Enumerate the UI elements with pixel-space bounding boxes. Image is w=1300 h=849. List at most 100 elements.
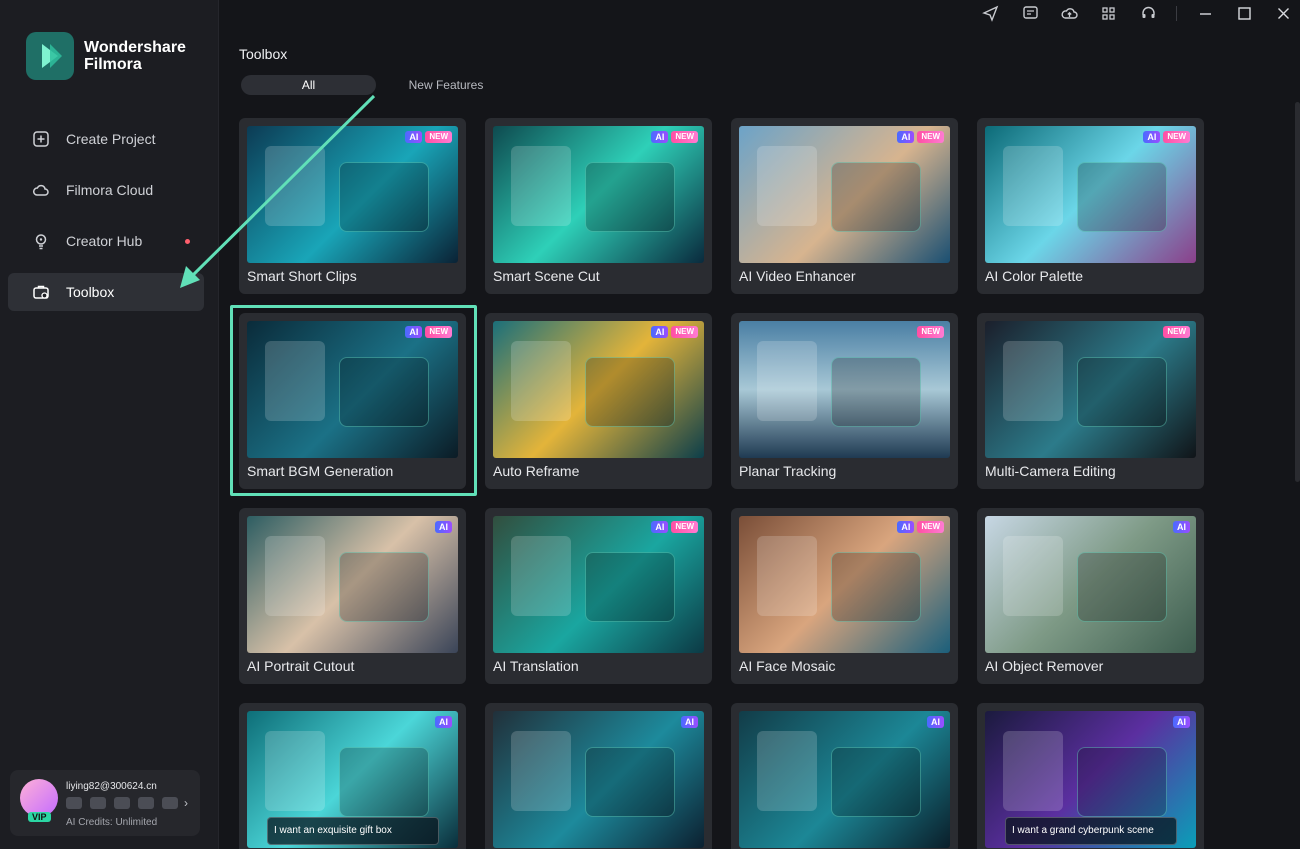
- benefit-icon: [162, 797, 178, 809]
- tool-card[interactable]: I want a grand cyberpunk scene AI: [977, 703, 1204, 849]
- tool-card[interactable]: AI: [731, 703, 958, 849]
- tool-badges: NEW: [1163, 326, 1190, 338]
- user-account-card[interactable]: VIP liying82@300624.cn AI Credits: Unlim…: [10, 770, 200, 836]
- sidebar-item-label: Creator Hub: [66, 233, 143, 249]
- tool-card[interactable]: AI: [485, 703, 712, 849]
- tool-thumbnail: NEW: [739, 321, 950, 458]
- tool-badges: AI: [435, 521, 452, 533]
- sidebar-nav: Create Project Filmora Cloud Creator Hub…: [8, 120, 204, 324]
- vip-badge: VIP: [28, 812, 51, 822]
- cloud-upload-icon[interactable]: [1061, 5, 1078, 22]
- tool-label: Planar Tracking: [739, 463, 837, 479]
- tool-card[interactable]: I want an exquisite gift box AI: [239, 703, 466, 849]
- send-icon[interactable]: [982, 5, 999, 22]
- tool-card[interactable]: NEW Multi-Camera Editing: [977, 313, 1204, 489]
- ai-badge: AI: [681, 716, 698, 728]
- ai-badge: AI: [435, 521, 452, 533]
- thumbnail-graphic: [511, 341, 571, 421]
- tool-thumbnail: AI NEW: [739, 126, 950, 263]
- tool-card[interactable]: AI AI Object Remover: [977, 508, 1204, 684]
- thumbnail-graphic: [339, 162, 429, 232]
- tool-badges: AI NEW: [897, 521, 944, 533]
- tool-card[interactable]: AI NEW AI Translation: [485, 508, 712, 684]
- tool-badges: AI: [681, 716, 698, 728]
- toolbox-icon: [33, 285, 49, 299]
- tool-badges: AI NEW: [1143, 131, 1190, 143]
- feedback-icon[interactable]: [1022, 5, 1039, 22]
- maximize-icon[interactable]: [1236, 5, 1253, 22]
- benefit-icon: [90, 797, 106, 809]
- tool-thumbnail: AI: [247, 516, 458, 653]
- tool-badges: AI NEW: [405, 131, 452, 143]
- tool-label: AI Portrait Cutout: [247, 658, 355, 674]
- ai-badge: AI: [651, 326, 669, 338]
- tool-thumbnail: AI: [493, 711, 704, 848]
- thumbnail-graphic: [265, 731, 325, 811]
- tool-badges: AI NEW: [651, 131, 698, 143]
- apps-grid-icon[interactable]: [1100, 5, 1117, 22]
- scrollbar[interactable]: [1295, 102, 1300, 482]
- tool-badges: AI NEW: [897, 131, 944, 143]
- tab-all[interactable]: All: [241, 75, 376, 95]
- tool-card[interactable]: AI NEW AI Face Mosaic: [731, 508, 958, 684]
- sidebar-item-creator-hub[interactable]: Creator Hub: [8, 222, 204, 260]
- tool-badges: AI: [435, 716, 452, 728]
- thumbnail-graphic: [585, 357, 675, 427]
- thumbnail-graphic: [1003, 731, 1063, 811]
- tool-label: Smart Scene Cut: [493, 268, 600, 284]
- sidebar-item-label: Filmora Cloud: [66, 182, 154, 198]
- tool-card[interactable]: AI NEW AI Color Palette: [977, 118, 1204, 294]
- tab-new-features[interactable]: New Features: [376, 75, 516, 95]
- thumbnail-graphic: [511, 731, 571, 811]
- tool-badges: AI NEW: [405, 326, 452, 338]
- thumbnail-graphic: [265, 341, 325, 421]
- thumbnail-graphic: [1003, 536, 1063, 616]
- tool-thumbnail: AI: [739, 711, 950, 848]
- thumbnail-graphic: [511, 146, 571, 226]
- new-badge: NEW: [917, 521, 944, 533]
- thumbnail-graphic: [265, 146, 325, 226]
- thumbnail-graphic: [339, 357, 429, 427]
- bulb-icon: [35, 234, 47, 250]
- benefit-icon: [114, 797, 130, 809]
- new-badge: NEW: [917, 131, 944, 143]
- sidebar: Wondershare Filmora Create Project Filmo…: [0, 0, 219, 849]
- tool-thumbnail: AI NEW: [247, 321, 458, 458]
- new-badge: NEW: [425, 131, 452, 143]
- tool-thumbnail: AI NEW: [493, 321, 704, 458]
- tool-card[interactable]: AI NEW Smart BGM Generation: [239, 313, 466, 489]
- ai-badge: AI: [1143, 131, 1161, 143]
- tool-thumbnail: AI NEW: [493, 516, 704, 653]
- tool-card[interactable]: AI NEW Auto Reframe: [485, 313, 712, 489]
- tool-card[interactable]: AI AI Portrait Cutout: [239, 508, 466, 684]
- main-panel: Toolbox All New Features AI NEW Smart Shor…: [220, 26, 1300, 849]
- sidebar-item-create-project[interactable]: Create Project: [8, 120, 204, 158]
- close-icon[interactable]: [1275, 5, 1292, 22]
- tool-card[interactable]: AI NEW Smart Short Clips: [239, 118, 466, 294]
- tool-thumbnail: AI NEW: [247, 126, 458, 263]
- ai-credits: AI Credits: Unlimited: [66, 817, 158, 828]
- prompt-preview: I want an exquisite gift box: [267, 817, 439, 845]
- user-email: liying82@300624.cn: [66, 781, 157, 792]
- ai-badge: AI: [405, 131, 423, 143]
- sidebar-item-filmora-cloud[interactable]: Filmora Cloud: [8, 171, 204, 209]
- benefit-icon: [66, 797, 82, 809]
- tool-card[interactable]: AI NEW AI Video Enhancer: [731, 118, 958, 294]
- tool-card[interactable]: NEW Planar Tracking: [731, 313, 958, 489]
- chevron-right-icon[interactable]: ›: [184, 796, 188, 810]
- prompt-preview: I want a grand cyberpunk scene: [1005, 817, 1177, 845]
- thumbnail-graphic: [757, 146, 817, 226]
- minimize-icon[interactable]: [1197, 5, 1214, 22]
- thumbnail-graphic: [831, 747, 921, 817]
- tool-thumbnail: I want an exquisite gift box AI: [247, 711, 458, 848]
- tool-label: AI Face Mosaic: [739, 658, 836, 674]
- sidebar-item-toolbox[interactable]: Toolbox: [8, 273, 204, 311]
- tool-card[interactable]: AI NEW Smart Scene Cut: [485, 118, 712, 294]
- headset-icon[interactable]: [1140, 5, 1157, 22]
- tool-thumbnail: AI NEW: [985, 126, 1196, 263]
- new-badge: NEW: [671, 521, 698, 533]
- tool-label: AI Translation: [493, 658, 579, 674]
- thumbnail-graphic: [1077, 747, 1167, 817]
- thumbnail-graphic: [265, 536, 325, 616]
- page-title: Toolbox: [239, 46, 288, 62]
